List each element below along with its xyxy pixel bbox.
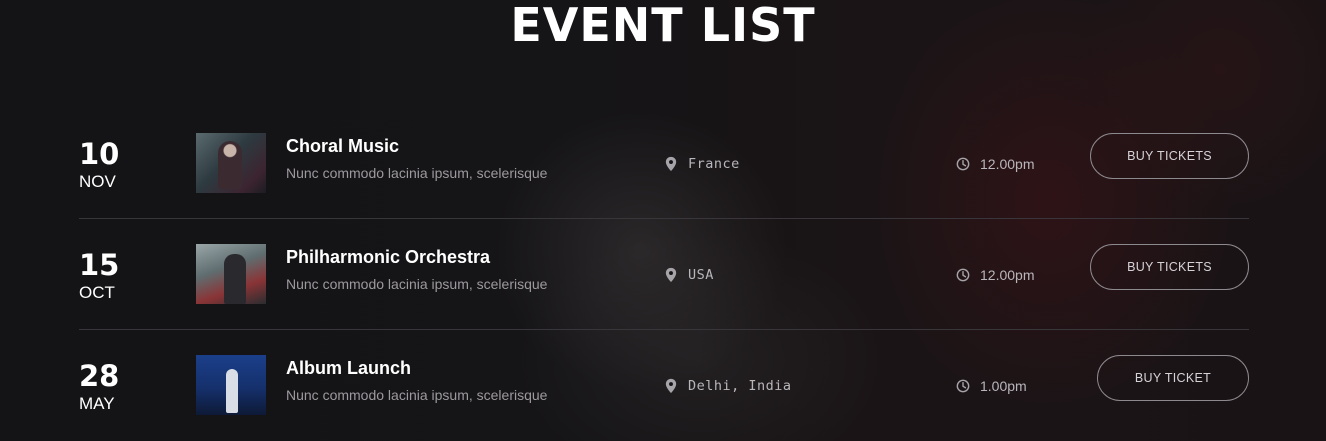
page-title: EVENT LIST bbox=[510, 0, 816, 52]
event-thumbnail[interactable] bbox=[196, 355, 266, 415]
event-day: 10 bbox=[79, 137, 120, 171]
event-day: 28 bbox=[79, 359, 120, 393]
event-location-text: Delhi, India bbox=[688, 378, 792, 394]
event-thumbnail[interactable] bbox=[196, 133, 266, 193]
event-time: 12.00pm bbox=[956, 265, 1034, 285]
clock-icon bbox=[956, 379, 970, 393]
event-time-text: 1.00pm bbox=[980, 378, 1027, 394]
event-thumbnail[interactable] bbox=[196, 244, 266, 304]
event-location-text: USA bbox=[688, 267, 714, 283]
event-time-text: 12.00pm bbox=[980, 156, 1035, 172]
event-location: Delhi, India bbox=[664, 376, 792, 396]
event-title[interactable]: Choral Music bbox=[286, 134, 626, 158]
event-date: 28 MAY bbox=[79, 360, 159, 414]
clock-icon bbox=[956, 157, 970, 171]
buy-ticket-button[interactable]: BUY TICKET bbox=[1097, 355, 1249, 401]
event-row: 28 MAY Album Launch Nunc commodo lacinia… bbox=[79, 330, 1249, 441]
event-row: 15 OCT Philharmonic Orchestra Nunc commo… bbox=[79, 219, 1249, 330]
event-title[interactable]: Album Launch bbox=[286, 356, 626, 380]
event-description: Nunc commodo lacinia ipsum, scelerisque bbox=[286, 387, 548, 403]
event-month: MAY bbox=[79, 394, 115, 413]
event-info: Album Launch Nunc commodo lacinia ipsum,… bbox=[286, 356, 626, 404]
event-list: 10 NOV Choral Music Nunc commodo lacinia… bbox=[79, 108, 1249, 441]
event-title[interactable]: Philharmonic Orchestra bbox=[286, 245, 626, 269]
event-info: Philharmonic Orchestra Nunc commodo laci… bbox=[286, 245, 626, 293]
event-location: France bbox=[664, 154, 740, 174]
map-marker-icon bbox=[665, 156, 677, 172]
event-date: 10 NOV bbox=[79, 138, 159, 192]
map-marker-icon bbox=[665, 267, 677, 283]
event-description: Nunc commodo lacinia ipsum, scelerisque bbox=[286, 165, 548, 181]
clock-icon bbox=[956, 268, 970, 282]
event-time: 12.00pm bbox=[956, 154, 1034, 174]
event-info: Choral Music Nunc commodo lacinia ipsum,… bbox=[286, 134, 626, 182]
event-day: 15 bbox=[79, 248, 120, 282]
event-month: NOV bbox=[79, 172, 116, 191]
buy-tickets-button[interactable]: BUY TICKETS bbox=[1090, 133, 1249, 179]
event-date: 15 OCT bbox=[79, 249, 159, 303]
map-marker-icon bbox=[665, 378, 677, 394]
event-location: USA bbox=[664, 265, 714, 285]
event-location-text: France bbox=[688, 156, 740, 172]
buy-tickets-button[interactable]: BUY TICKETS bbox=[1090, 244, 1249, 290]
event-month: OCT bbox=[79, 283, 115, 302]
event-time-text: 12.00pm bbox=[980, 267, 1035, 283]
event-time: 1.00pm bbox=[956, 376, 1027, 396]
event-row: 10 NOV Choral Music Nunc commodo lacinia… bbox=[79, 108, 1249, 219]
event-description: Nunc commodo lacinia ipsum, scelerisque bbox=[286, 276, 548, 292]
